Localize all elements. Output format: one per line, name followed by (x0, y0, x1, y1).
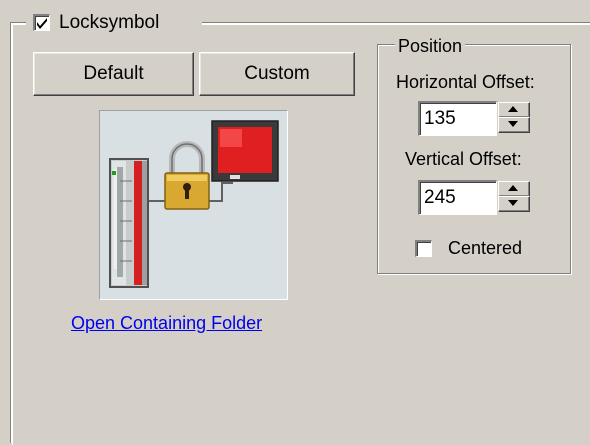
horizontal-offset-label: Horizontal Offset: (396, 72, 535, 92)
arrow-down-icon (508, 200, 518, 206)
horizontal-offset-input[interactable] (418, 101, 497, 136)
vertical-offset-input[interactable] (418, 180, 497, 215)
vertical-offset-label: Vertical Offset: (405, 149, 522, 169)
horizontal-offset-field[interactable] (424, 104, 492, 134)
default-button[interactable]: Default (33, 52, 194, 96)
position-title: Position (395, 36, 466, 57)
locksymbol-label[interactable]: Locksymbol (59, 12, 159, 34)
lock-preview-image (99, 110, 288, 300)
vertical-spin-down-button[interactable] (498, 196, 530, 212)
plc-device-icon (109, 158, 149, 288)
arrow-down-icon (508, 121, 518, 127)
centered-checkbox[interactable] (415, 240, 432, 257)
arrow-up-icon (508, 106, 518, 112)
custom-button[interactable]: Custom (199, 52, 355, 96)
horizontal-spin-down-button[interactable] (498, 117, 530, 133)
centered-label[interactable]: Centered (448, 238, 522, 259)
locksymbol-checkbox[interactable] (33, 14, 50, 31)
open-containing-folder-link[interactable]: Open Containing Folder (71, 313, 262, 334)
horizontal-spin-up-button[interactable] (498, 102, 530, 118)
checkmark-icon (37, 18, 47, 29)
vertical-offset-field[interactable] (424, 183, 492, 213)
lock-icon (164, 141, 210, 210)
monitor-icon (211, 120, 279, 182)
vertical-spin-up-button[interactable] (498, 181, 530, 197)
arrow-up-icon (508, 185, 518, 191)
